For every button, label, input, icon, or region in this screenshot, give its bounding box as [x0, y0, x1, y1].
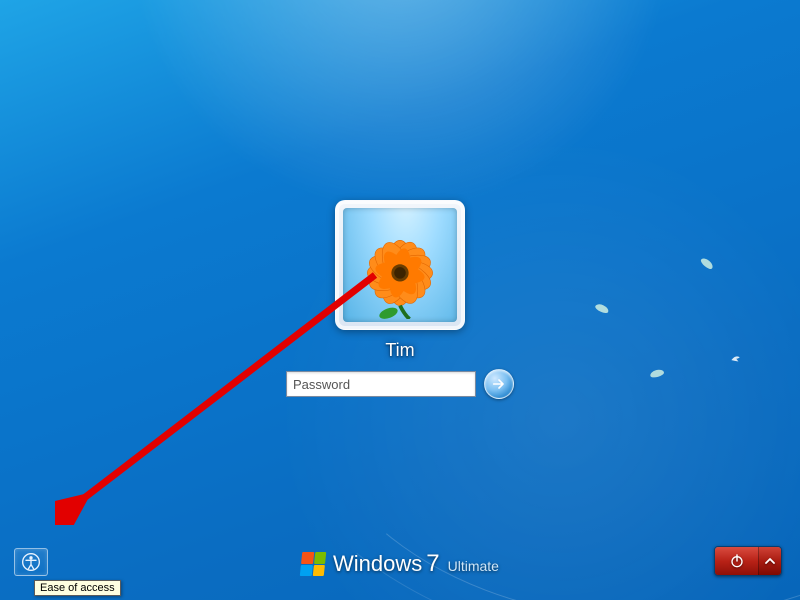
ease-of-access-button[interactable] [14, 548, 48, 576]
brand-version: 7 [426, 550, 439, 578]
windows-logo-icon [300, 552, 327, 576]
shutdown-button[interactable] [715, 547, 759, 575]
ease-of-access-tooltip: Ease of access [34, 580, 121, 596]
brand-name: Windows [333, 551, 422, 577]
arrow-right-icon [491, 376, 507, 392]
power-options-button[interactable] [759, 547, 781, 575]
submit-button[interactable] [484, 369, 514, 399]
chevron-up-icon [765, 556, 775, 566]
username-label: Tim [385, 340, 414, 361]
hummingbird-decoration [730, 350, 744, 360]
accessibility-icon [21, 552, 41, 572]
flower-icon [352, 223, 448, 319]
password-input[interactable] [286, 371, 476, 397]
user-avatar-frame[interactable] [335, 200, 465, 330]
leaf-decoration [594, 302, 610, 314]
leaf-decoration [699, 256, 714, 270]
power-icon [729, 553, 745, 569]
password-row [286, 369, 514, 399]
windows-brand: Windows 7 Ultimate [301, 550, 499, 578]
leaf-decoration [649, 368, 664, 378]
user-avatar [343, 208, 457, 322]
brand-edition: Ultimate [448, 558, 499, 574]
power-button-group [714, 546, 782, 576]
login-panel: Tim [286, 200, 514, 399]
